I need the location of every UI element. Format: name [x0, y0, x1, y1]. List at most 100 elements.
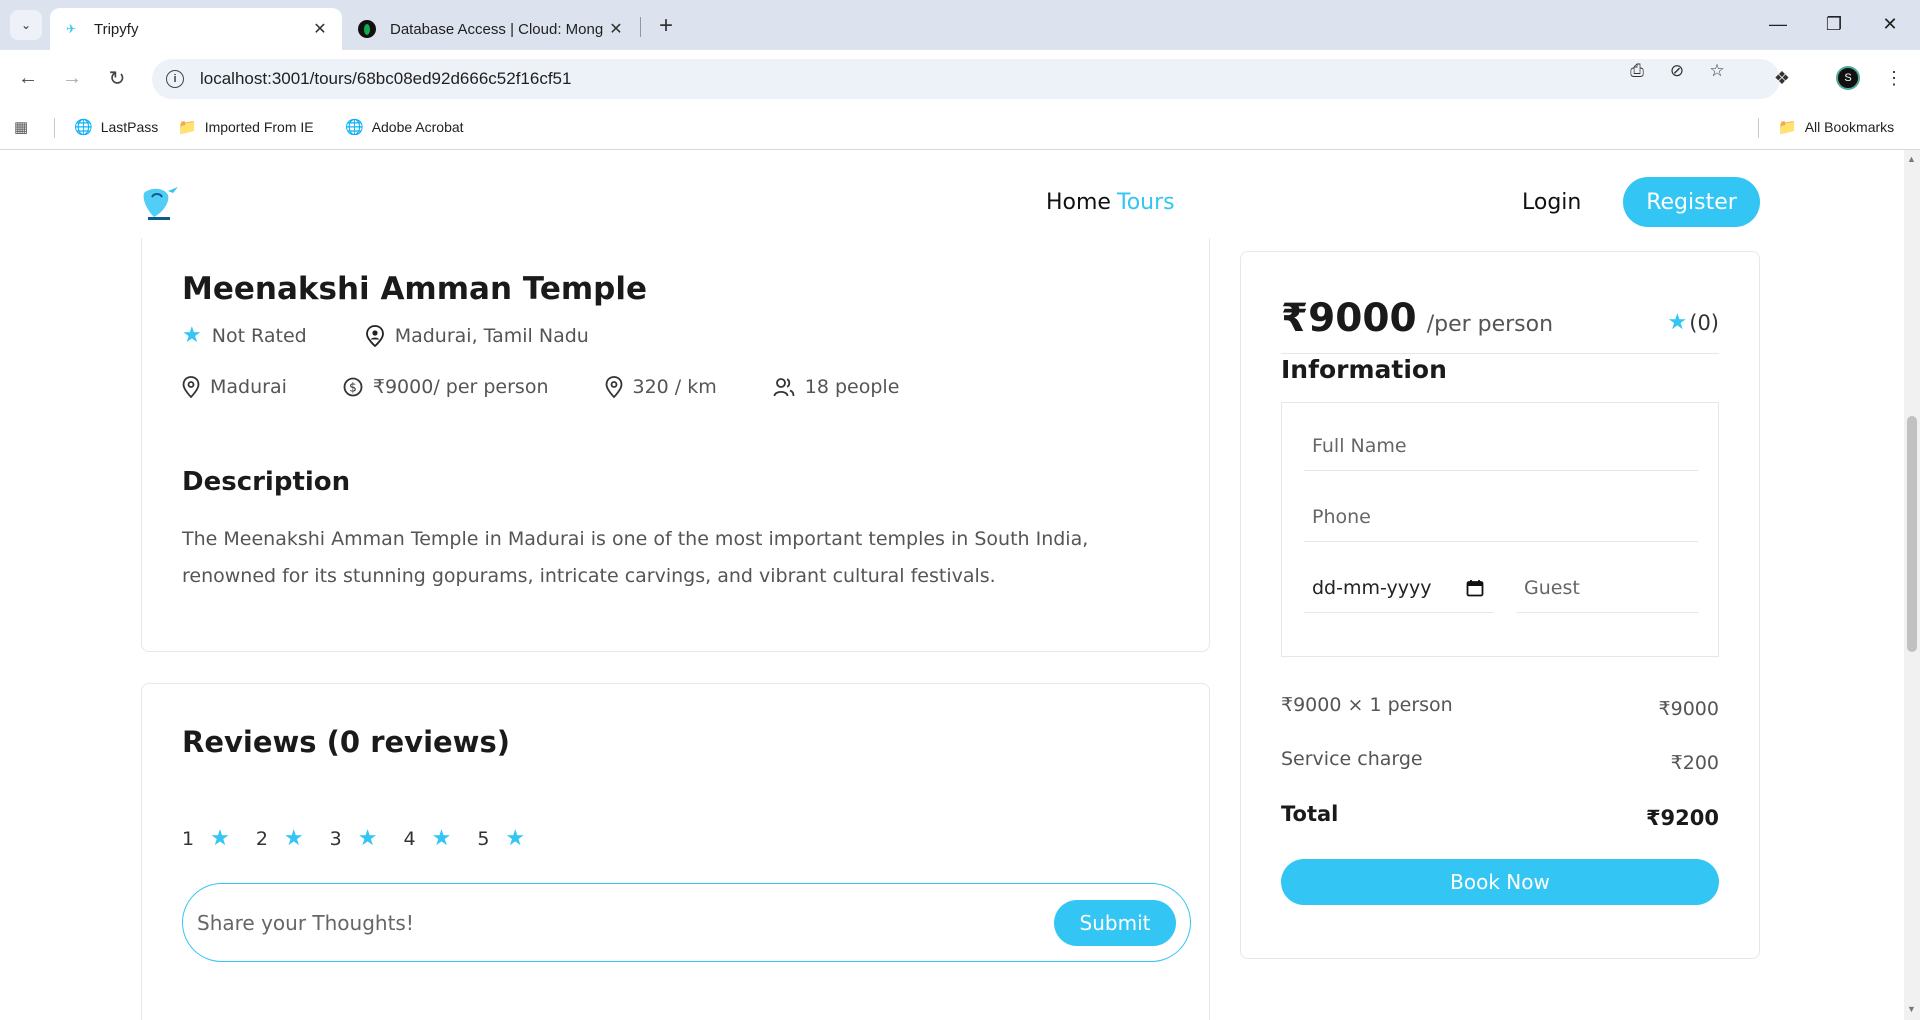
scroll-up-icon[interactable]: ▲	[1907, 154, 1916, 164]
bookmark-label: Adobe Acrobat	[371, 119, 464, 135]
rating-number: 2	[255, 827, 268, 850]
tour-city: Madurai	[182, 376, 287, 398]
bookmark-star-icon[interactable]: ☆	[1706, 60, 1728, 82]
rating-number: 1	[182, 827, 195, 850]
eye-off-icon[interactable]: ⊘	[1666, 60, 1688, 82]
install-app-icon[interactable]: ⎙	[1626, 60, 1648, 82]
globe-icon: 🌐	[345, 119, 364, 136]
bookmark-adobe-acrobat[interactable]: 🌐 Adobe Acrobat	[345, 118, 464, 136]
all-bookmarks[interactable]: 📁 All Bookmarks	[1778, 118, 1894, 136]
tab-search-button[interactable]: ⌄	[10, 10, 42, 40]
group-size-text: 18 people	[804, 376, 900, 398]
description-heading: Description	[182, 467, 351, 497]
tab-title: Tripyfy	[94, 20, 139, 38]
service-charge-line: Service charge ₹200	[1281, 748, 1719, 774]
nav-home[interactable]: Home	[1046, 190, 1111, 215]
tour-title: Meenakshi Amman Temple	[182, 271, 648, 307]
service-charge-label: Service charge	[1281, 748, 1423, 770]
group-icon	[773, 378, 795, 397]
mongodb-leaf-icon	[358, 20, 376, 38]
rating-option-4[interactable]: 4 ★	[403, 826, 451, 851]
star-icon: ★	[283, 826, 304, 851]
tab-tripyfy[interactable]: ✈ Tripyfy ✕	[50, 8, 342, 50]
rating-option-3[interactable]: 3 ★	[330, 826, 378, 851]
tab-database-access[interactable]: Database Access | Cloud: Mong ✕	[346, 8, 638, 50]
close-icon[interactable]: ✕	[310, 19, 330, 39]
site-info-icon[interactable]: i	[166, 70, 184, 88]
scroll-down-icon[interactable]: ▼	[1907, 1004, 1916, 1014]
profile-avatar[interactable]: S	[1836, 66, 1860, 90]
tour-distance: 320 / km	[605, 376, 717, 398]
new-tab-button[interactable]: +	[652, 12, 680, 40]
rating-number: 5	[477, 827, 490, 850]
phone-field[interactable]: Phone	[1304, 492, 1698, 542]
price-line-item: ₹9000 × 1 person ₹9000	[1281, 694, 1719, 720]
review-form: Submit	[182, 883, 1191, 962]
tour-rating: ★ Not Rated	[182, 323, 307, 348]
reviews-heading: Reviews (0 reviews)	[182, 725, 510, 759]
register-button[interactable]: Register	[1623, 177, 1760, 227]
page-scrollbar[interactable]: ▲ ▼	[1904, 150, 1920, 1020]
booking-price: ₹9000 /per person	[1281, 296, 1553, 341]
guest-field[interactable]: Guest	[1516, 563, 1698, 613]
back-button[interactable]: ←	[12, 62, 44, 94]
bookmark-label: Imported From IE	[204, 119, 314, 135]
reviews-card: Reviews (0 reviews) 1★ 2★ 3★ 4★ 5★ Submi…	[141, 683, 1210, 1020]
star-icon: ★	[210, 826, 230, 851]
book-now-button[interactable]: Book Now	[1281, 859, 1719, 905]
site-header: Home Tours Login Register	[0, 150, 1904, 254]
date-field[interactable]: dd-mm-yyyy	[1304, 563, 1494, 613]
calendar-icon[interactable]	[1466, 579, 1484, 597]
rating-option-2[interactable]: 2 ★	[256, 826, 304, 851]
nav-tours[interactable]: Tours	[1117, 190, 1175, 215]
total-line: Total ₹9200	[1281, 802, 1719, 830]
price-unit: /per person	[1426, 312, 1554, 337]
star-icon: ★	[357, 826, 378, 851]
chevron-down-icon: ⌄	[20, 18, 32, 32]
tripyfy-favicon-icon: ✈	[65, 22, 77, 36]
bookmark-lastpass[interactable]: 🌐 LastPass	[74, 118, 158, 136]
svg-text:$: $	[349, 381, 357, 395]
login-link[interactable]: Login	[1522, 190, 1581, 215]
map-pin-icon	[605, 376, 622, 398]
star-icon: ★	[182, 323, 202, 348]
full-name-field[interactable]: Full Name	[1304, 421, 1698, 471]
address-bar[interactable]: i localhost:3001/tours/68bc08ed92d666c52…	[152, 59, 1780, 99]
distance-text: 320 / km	[632, 376, 717, 398]
review-input[interactable]	[197, 910, 1054, 935]
tour-info-card: Meenakshi Amman Temple ★ Not Rated Madur…	[141, 238, 1210, 652]
bookmarks-bar: ▦ 🌐 LastPass 📁 Imported From IE 🌐 Adobe …	[0, 106, 1920, 150]
tour-details-row: Madurai $ ₹9000/ per person 320 / km 18 …	[182, 376, 899, 398]
folder-icon: 📁	[178, 119, 197, 136]
rating-option-1[interactable]: 1 ★	[182, 826, 230, 851]
reload-button[interactable]: ↻	[101, 62, 133, 94]
star-icon: ★	[505, 826, 526, 851]
tour-group-size: 18 people	[773, 376, 900, 398]
bookmark-imported-from-ie[interactable]: 📁 Imported From IE	[178, 118, 314, 136]
city-text: Madurai	[210, 376, 287, 398]
menu-dots-icon[interactable]: ⋮	[1878, 62, 1910, 94]
submit-review-button[interactable]: Submit	[1054, 899, 1176, 946]
extensions-icon[interactable]: ❖	[1766, 62, 1798, 94]
map-pin-icon	[182, 376, 200, 398]
rating-number: 3	[329, 827, 342, 850]
tour-price: $ ₹9000/ per person	[343, 376, 549, 398]
apps-grid-icon[interactable]: ▦	[14, 118, 28, 136]
tab-separator	[640, 17, 641, 37]
tripyfy-logo[interactable]	[140, 183, 180, 223]
total-label: Total	[1281, 802, 1339, 826]
total-value: ₹9200	[1645, 806, 1719, 830]
minimize-button[interactable]: —	[1756, 8, 1800, 40]
url-text: localhost:3001/tours/68bc08ed92d666c52f1…	[200, 69, 572, 88]
rating-number: 4	[403, 827, 416, 850]
forward-button[interactable]: →	[56, 62, 88, 94]
close-icon[interactable]: ✕	[606, 19, 626, 39]
close-window-button[interactable]: ✕	[1868, 8, 1912, 40]
rating-option-5[interactable]: 5 ★	[477, 826, 525, 851]
page-viewport: Meenakshi Amman Temple ★ Not Rated Madur…	[0, 150, 1904, 1020]
rating-text: Not Rated	[211, 324, 307, 347]
service-charge-value: ₹200	[1670, 752, 1719, 774]
restore-button[interactable]: ❐	[1812, 8, 1856, 40]
price-amount: ₹9000	[1281, 296, 1417, 341]
scroll-thumb[interactable]	[1907, 416, 1917, 652]
